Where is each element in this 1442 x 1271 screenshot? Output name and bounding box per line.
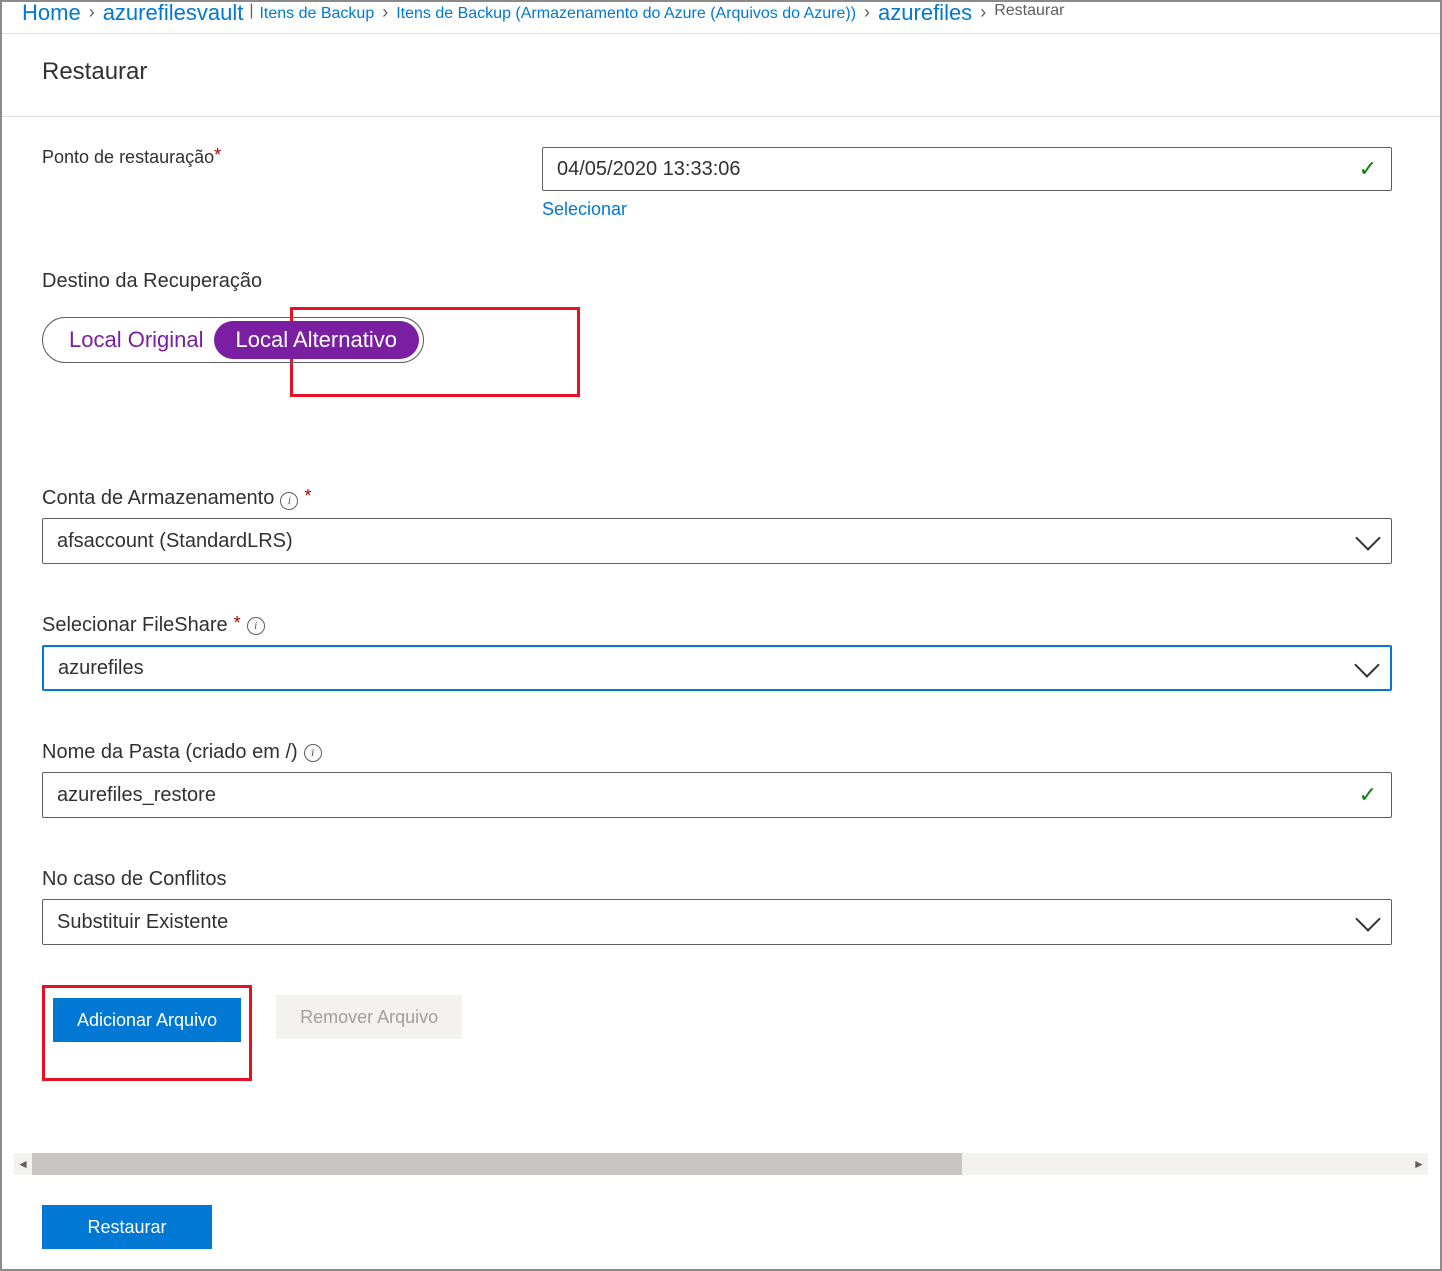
breadcrumb-home[interactable]: Home <box>22 2 81 24</box>
chevron-right-icon: › <box>864 2 870 23</box>
chevron-down-icon <box>1354 652 1379 677</box>
check-icon: ✓ <box>1359 156 1377 182</box>
storage-account-value: afsaccount (StandardLRS) <box>57 530 293 553</box>
conflicts-select[interactable]: Substituir Existente <box>42 899 1392 945</box>
conflicts-label: No caso de Conflitos <box>42 868 227 891</box>
scrollbar-thumb[interactable] <box>32 1153 962 1175</box>
storage-account-group: Conta de Armazenamento i * afsaccount (S… <box>42 487 1392 564</box>
fileshare-value: azurefiles <box>58 657 144 680</box>
highlight-box: Local Alternativo <box>214 321 419 359</box>
conflicts-value: Substituir Existente <box>57 911 228 934</box>
restore-button[interactable]: Restaurar <box>42 1205 212 1249</box>
fileshare-select[interactable]: azurefiles <box>42 645 1392 691</box>
add-file-button[interactable]: Adicionar Arquivo <box>53 998 241 1042</box>
fileshare-label: Selecionar FileShare <box>42 614 228 637</box>
recovery-destination-toggle: Local Original Local Alternativo <box>42 317 424 363</box>
breadcrumb-vault[interactable]: azurefilesvault <box>103 2 244 24</box>
restore-point-field[interactable]: 04/05/2020 13:33:06 ✓ <box>542 147 1392 191</box>
breadcrumb: Home › azurefilesvault | Itens de Backup… <box>2 2 1440 34</box>
restore-point-row: Ponto de restauração* 04/05/2020 13:33:0… <box>42 147 1392 220</box>
folder-name-label: Nome da Pasta (criado em /) <box>42 741 298 764</box>
info-icon[interactable]: i <box>304 744 322 762</box>
app-frame: Home › azurefilesvault | Itens de Backup… <box>0 0 1442 1271</box>
restore-point-label: Ponto de restauração* <box>42 147 542 168</box>
restore-point-label-text: Ponto de restauração <box>42 147 214 167</box>
content-area: Ponto de restauração* 04/05/2020 13:33:0… <box>2 117 1432 1091</box>
chevron-right-icon: › <box>980 2 986 23</box>
file-buttons-row: Adicionar Arquivo Remover Arquivo <box>42 985 1392 1081</box>
required-marker: * <box>304 486 311 507</box>
horizontal-scrollbar[interactable]: ◄ ► <box>14 1153 1428 1175</box>
breadcrumb-fileshare[interactable]: azurefiles <box>878 2 972 24</box>
required-marker: * <box>234 613 241 634</box>
breadcrumb-backup-items-long[interactable]: Itens de Backup (Armazenamento do Azure … <box>396 4 856 24</box>
info-icon[interactable]: i <box>280 492 298 510</box>
breadcrumb-backup-items[interactable]: Itens de Backup <box>259 4 374 24</box>
folder-name-value: azurefiles_restore <box>57 784 216 807</box>
conflicts-group: No caso de Conflitos Substituir Existent… <box>42 868 1392 945</box>
fileshare-group: Selecionar FileShare * i azurefiles <box>42 614 1392 691</box>
info-icon[interactable]: i <box>247 617 265 635</box>
breadcrumb-current: Restaurar <box>994 2 1064 20</box>
folder-name-input[interactable]: azurefiles_restore ✓ <box>42 772 1392 818</box>
alternate-location-toggle[interactable]: Local Alternativo <box>214 321 419 359</box>
scroll-left-icon[interactable]: ◄ <box>14 1157 32 1171</box>
red-highlight-add-file: Adicionar Arquivo <box>42 985 252 1081</box>
select-restore-point-link[interactable]: Selecionar <box>542 199 627 220</box>
storage-account-select[interactable]: afsaccount (StandardLRS) <box>42 518 1392 564</box>
chevron-down-icon <box>1355 906 1380 931</box>
chevron-down-icon <box>1355 525 1380 550</box>
restore-point-value: 04/05/2020 13:33:06 <box>557 158 741 181</box>
footer-bar: Restaurar <box>2 1185 1440 1269</box>
original-location-toggle[interactable]: Local Original <box>47 321 226 359</box>
chevron-right-icon: › <box>382 2 388 23</box>
scroll-right-icon[interactable]: ► <box>1410 1157 1428 1171</box>
chevron-right-icon: › <box>89 2 95 23</box>
storage-account-label: Conta de Armazenamento <box>42 487 274 510</box>
remove-file-button: Remover Arquivo <box>276 995 462 1039</box>
folder-name-group: Nome da Pasta (criado em /) i azurefiles… <box>42 741 1392 818</box>
page-title: Restaurar <box>2 34 1440 117</box>
recovery-destination-label: Destino da Recuperação <box>42 270 1392 293</box>
check-icon: ✓ <box>1359 782 1377 808</box>
